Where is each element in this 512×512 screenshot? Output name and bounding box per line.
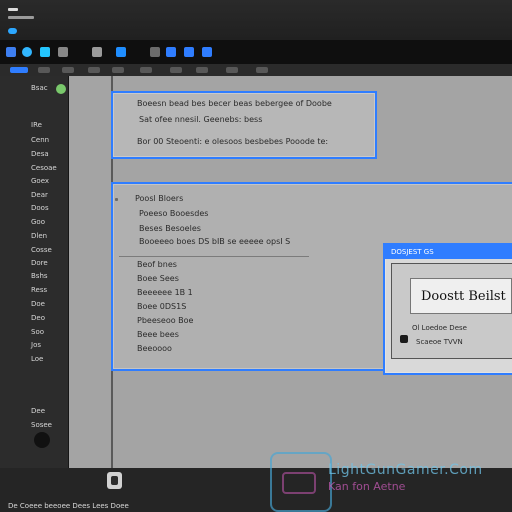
- main-line-2: Poeeso Booesdes: [139, 209, 209, 218]
- toolbar2-item-10[interactable]: [256, 67, 268, 73]
- toolbar2-item-3[interactable]: [62, 67, 74, 73]
- main-line-8: Boee 0DS1S: [137, 302, 187, 311]
- sidebar-item-10[interactable]: Dlen: [31, 232, 47, 240]
- toolbar-icon-3[interactable]: [40, 47, 50, 57]
- toolbar-icon-8[interactable]: [166, 47, 176, 57]
- toolbar-icon-1[interactable]: [6, 47, 16, 57]
- toolbar2-item-5[interactable]: [112, 67, 124, 73]
- toolbar-icon-4[interactable]: [58, 47, 68, 57]
- main-line-10: Beee bees: [137, 330, 179, 339]
- sidebar-item-4[interactable]: Desa: [31, 150, 49, 158]
- dialog-window: DOSJEST GS Doostt Beilst Ol Loedoe Dese …: [383, 243, 512, 375]
- sidebar-item-18[interactable]: Jos: [31, 341, 41, 349]
- status-dot-icon: [56, 84, 66, 94]
- sidebar-item-11[interactable]: Cosse: [31, 246, 52, 254]
- sidebar: Bsac IRe Cenn Desa Cesoae Goex Dear Doos…: [0, 76, 69, 468]
- toolbar-icon-7[interactable]: [150, 47, 160, 57]
- section-divider: [119, 256, 309, 257]
- title-mark: [8, 8, 18, 11]
- toolbar2-item-9[interactable]: [226, 67, 238, 73]
- dialog-heading-box: Doostt Beilst: [410, 278, 512, 314]
- sidebar-item-2[interactable]: IRe: [31, 121, 42, 129]
- top-panel-line-2: Sat ofee nnesil. Geenebs: bess: [139, 115, 263, 124]
- main-line-5: Beof bnes: [137, 260, 177, 269]
- toolbar2-item-2[interactable]: [38, 67, 50, 73]
- main-line-7: Beeeeee 1B 1: [137, 288, 193, 297]
- toolbar-icon-2[interactable]: [22, 47, 32, 57]
- main-line-9: Pbeeseoo Boe: [137, 316, 194, 325]
- toolbar2-item-6[interactable]: [140, 67, 152, 73]
- top-panel-line-1: Boeesn bead bes becer beas bebergee of D…: [137, 99, 332, 108]
- toolbar2-item-8[interactable]: [196, 67, 208, 73]
- dialog-heading: Doostt Beilst: [421, 289, 506, 304]
- sidebar-item-7[interactable]: Dear: [31, 191, 48, 199]
- dialog-radio-icon[interactable]: [400, 335, 408, 343]
- dialog-title-bar[interactable]: DOSJEST GS: [385, 245, 512, 259]
- toolbar2-item-7[interactable]: [170, 67, 182, 73]
- status-bar: De Coeee beeoee Dees Lees Doee: [0, 468, 512, 512]
- dialog-content: Doostt Beilst Ol Loedoe Dese Scaeoe TVVN: [391, 263, 512, 359]
- toolbar-icon-6[interactable]: [116, 47, 126, 57]
- main-line-6: Boee Sees: [137, 274, 179, 283]
- top-text-panel: Boeesn bead bes becer beas bebergee of D…: [111, 91, 377, 159]
- main-line-11: Beeoooo: [137, 344, 172, 353]
- toolbar-icon-9[interactable]: [184, 47, 194, 57]
- main-line-1: Poosl Bloers: [135, 194, 184, 203]
- dialog-line-2: Scaeoe TVVN: [416, 338, 463, 346]
- main-line-4: Booeeeo boes DS bIB se eeeee opsI S: [139, 237, 291, 246]
- sidebar-item-5[interactable]: Cesoae: [31, 164, 57, 172]
- sidebar-item-16[interactable]: Deo: [31, 314, 45, 322]
- main-canvas: Boeesn bead bes becer beas bebergee of D…: [69, 76, 512, 468]
- dialog-title: DOSJEST GS: [391, 248, 434, 256]
- app-accent-icon: [8, 28, 17, 34]
- toolbar2-item-4[interactable]: [88, 67, 100, 73]
- sidebar-item-13[interactable]: Bshs: [31, 272, 48, 280]
- sidebar-item-12[interactable]: Dore: [31, 259, 48, 267]
- dialog-line-1: Ol Loedoe Dese: [412, 324, 467, 332]
- bullet-icon: [115, 198, 118, 201]
- icon-toolbar: [0, 40, 512, 64]
- sidebar-item-3[interactable]: Cenn: [31, 136, 49, 144]
- sidebar-item-21[interactable]: Sosee: [31, 421, 52, 429]
- sidebar-item-1[interactable]: Bsac: [31, 84, 48, 92]
- toolbar-icon-5[interactable]: [92, 47, 102, 57]
- sidebar-item-17[interactable]: Soo: [31, 328, 44, 336]
- toolbar-icon-10[interactable]: [202, 47, 212, 57]
- status-text: De Coeee beeoee Dees Lees Doee: [8, 502, 129, 510]
- sidebar-item-9[interactable]: Goo: [31, 218, 45, 226]
- sidebar-item-15[interactable]: Doe: [31, 300, 45, 308]
- sidebar-item-20[interactable]: Dee: [31, 407, 45, 415]
- sidebar-item-6[interactable]: Goex: [31, 177, 49, 185]
- mouse-cursor-icon: [107, 472, 122, 489]
- toolbar2-item-1[interactable]: [10, 67, 28, 73]
- title-mark-2: [8, 16, 34, 19]
- sidebar-item-8[interactable]: Doos: [31, 204, 49, 212]
- main-line-3: Beses Besoeles: [139, 224, 201, 233]
- sidebar-item-14[interactable]: Ress: [31, 286, 47, 294]
- sidebar-item-19[interactable]: Loe: [31, 355, 43, 363]
- top-panel-line-3: Bor 00 Steoenti: e olesoos besbebes Pooo…: [137, 137, 329, 146]
- sidebar-toggle-icon[interactable]: [34, 432, 50, 448]
- window-titlebar: [0, 0, 512, 40]
